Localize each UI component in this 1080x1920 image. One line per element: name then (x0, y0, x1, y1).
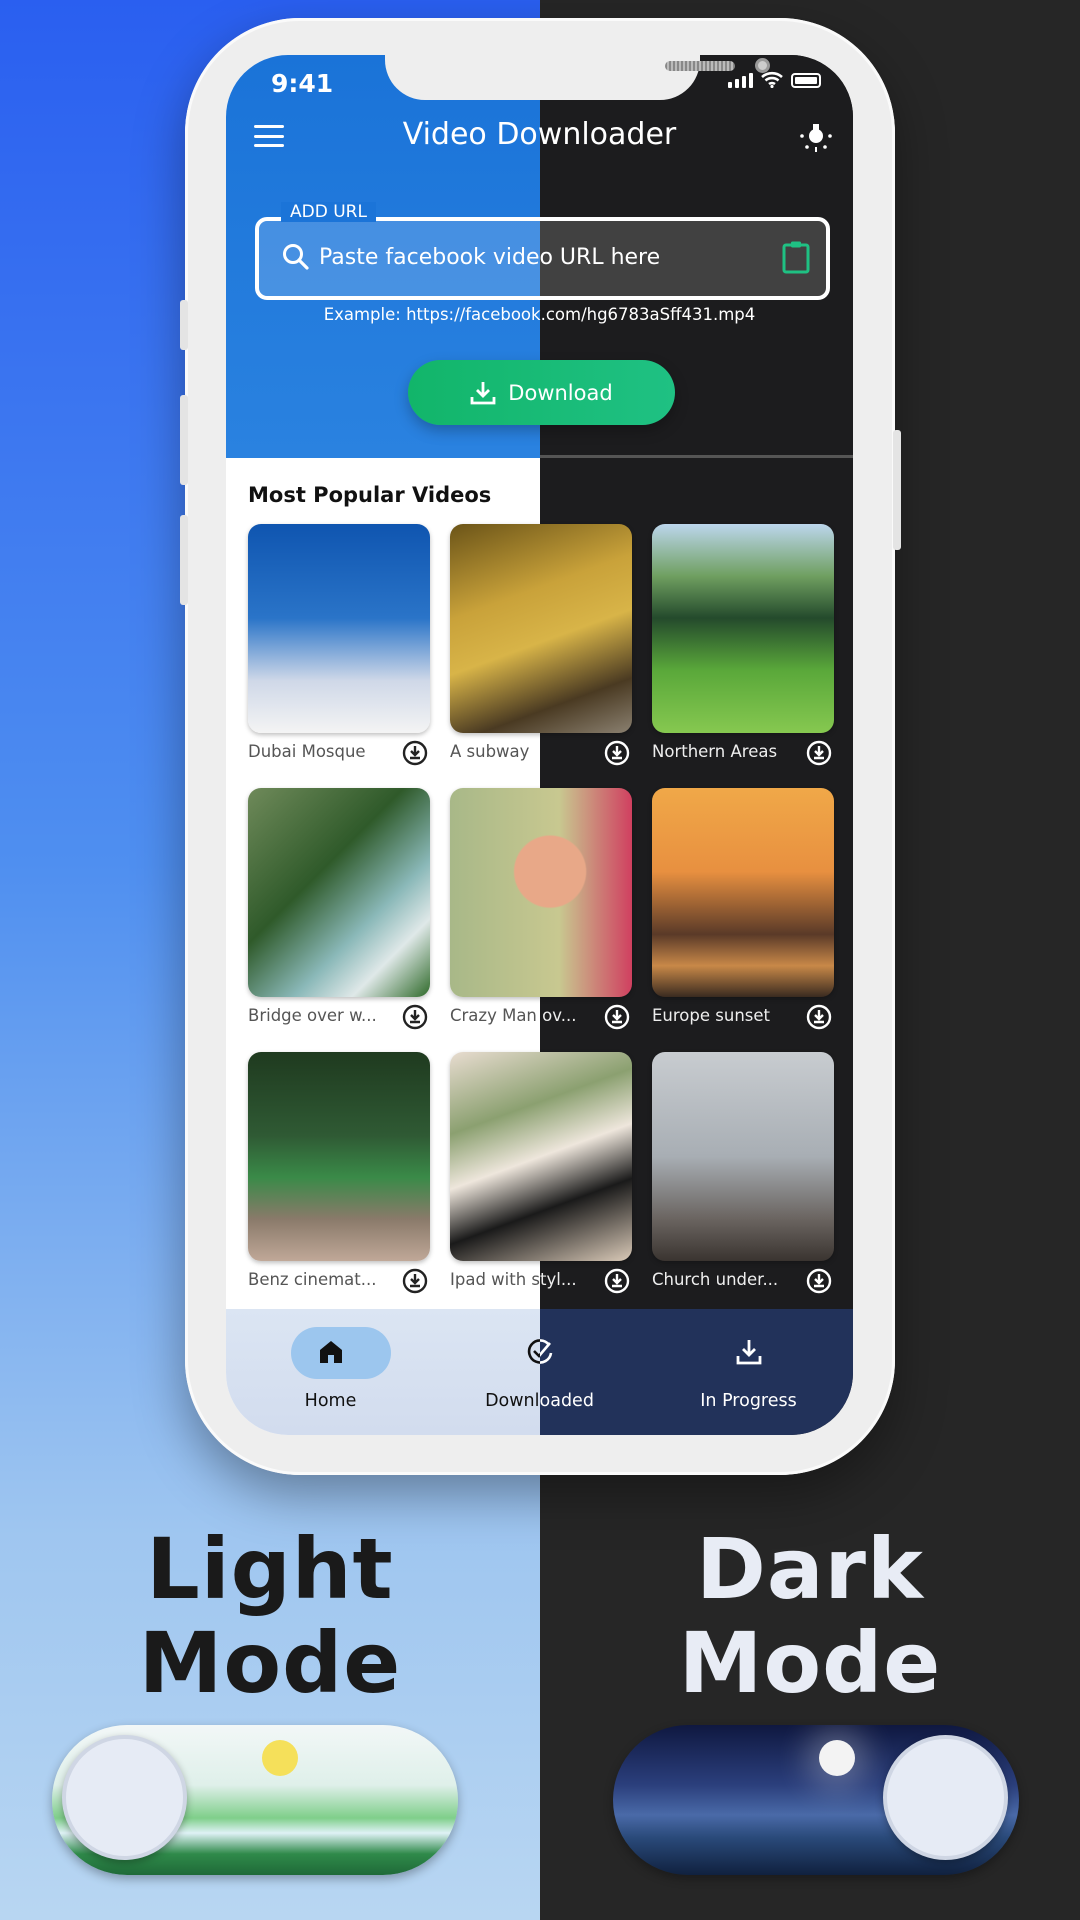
video-title: Bridge over w... (248, 1006, 377, 1025)
video-title: Europe sunset (652, 1006, 770, 1025)
status-icons (728, 71, 821, 88)
phone-button (180, 395, 188, 485)
video-card[interactable]: Dubai Mosque (248, 524, 430, 766)
download-icon (470, 381, 496, 404)
video-card[interactable]: Europe sunset (652, 788, 834, 1030)
video-thumbnail[interactable] (248, 524, 430, 733)
download-circle-icon[interactable] (604, 1004, 630, 1030)
video-thumbnail[interactable] (652, 524, 834, 733)
video-card[interactable]: Bridge over w... (248, 788, 430, 1030)
download-circle-icon[interactable] (806, 1268, 832, 1294)
download-circle-icon[interactable] (806, 740, 832, 766)
video-thumbnail[interactable] (652, 788, 834, 997)
light-mode-heading: Light Mode (138, 1520, 402, 1712)
status-time: 9:41 (271, 69, 334, 98)
download-circle-icon[interactable] (806, 1004, 832, 1030)
download-circle-icon[interactable] (402, 740, 428, 766)
home-icon (319, 1341, 342, 1363)
nav-home[interactable]: Home (226, 1309, 435, 1435)
url-label: ADD URL (281, 202, 376, 222)
signal-icon (728, 73, 753, 88)
toggle-knob[interactable] (62, 1735, 187, 1860)
download-circle-icon[interactable] (402, 1004, 428, 1030)
dark-mode-heading: Dark Mode (678, 1520, 942, 1712)
battery-icon (791, 73, 821, 88)
wifi-icon (761, 71, 783, 88)
dark-mode-toggle[interactable] (613, 1725, 1019, 1875)
search-icon (283, 244, 309, 270)
video-title: Church under... (652, 1270, 779, 1289)
sun-icon (262, 1740, 298, 1776)
nav-label: In Progress (700, 1391, 797, 1411)
phone-button (180, 515, 188, 605)
nav-label: Home (304, 1391, 357, 1411)
video-title: Northern Areas (652, 742, 778, 761)
download-circle-icon[interactable] (402, 1268, 428, 1294)
video-title: Benz cinemat... (248, 1270, 377, 1289)
moon-icon (819, 1740, 855, 1776)
download-tray-icon (736, 1340, 761, 1365)
light-mode-toggle[interactable] (52, 1725, 458, 1875)
video-thumbnail[interactable] (652, 1052, 834, 1261)
download-circle-icon[interactable] (604, 740, 630, 766)
video-card[interactable]: Northern Areas (652, 524, 834, 766)
lightbulb-icon[interactable] (799, 120, 833, 154)
video-thumbnail[interactable] (248, 788, 430, 997)
toggle-knob[interactable] (883, 1735, 1008, 1860)
paste-clipboard-icon[interactable] (782, 240, 810, 274)
download-circle-icon[interactable] (604, 1268, 630, 1294)
video-title: Dubai Mosque (248, 742, 366, 761)
video-title: A subway (450, 742, 530, 761)
section-title: Most Popular Videos (248, 483, 492, 507)
video-card[interactable]: Benz cinemat... (248, 1052, 430, 1294)
video-card[interactable]: Church under... (652, 1052, 834, 1294)
video-thumbnail[interactable] (248, 1052, 430, 1261)
phone-button (893, 430, 901, 550)
nav-in-progress[interactable]: In Progress (644, 1309, 853, 1435)
phone-button (180, 300, 188, 350)
